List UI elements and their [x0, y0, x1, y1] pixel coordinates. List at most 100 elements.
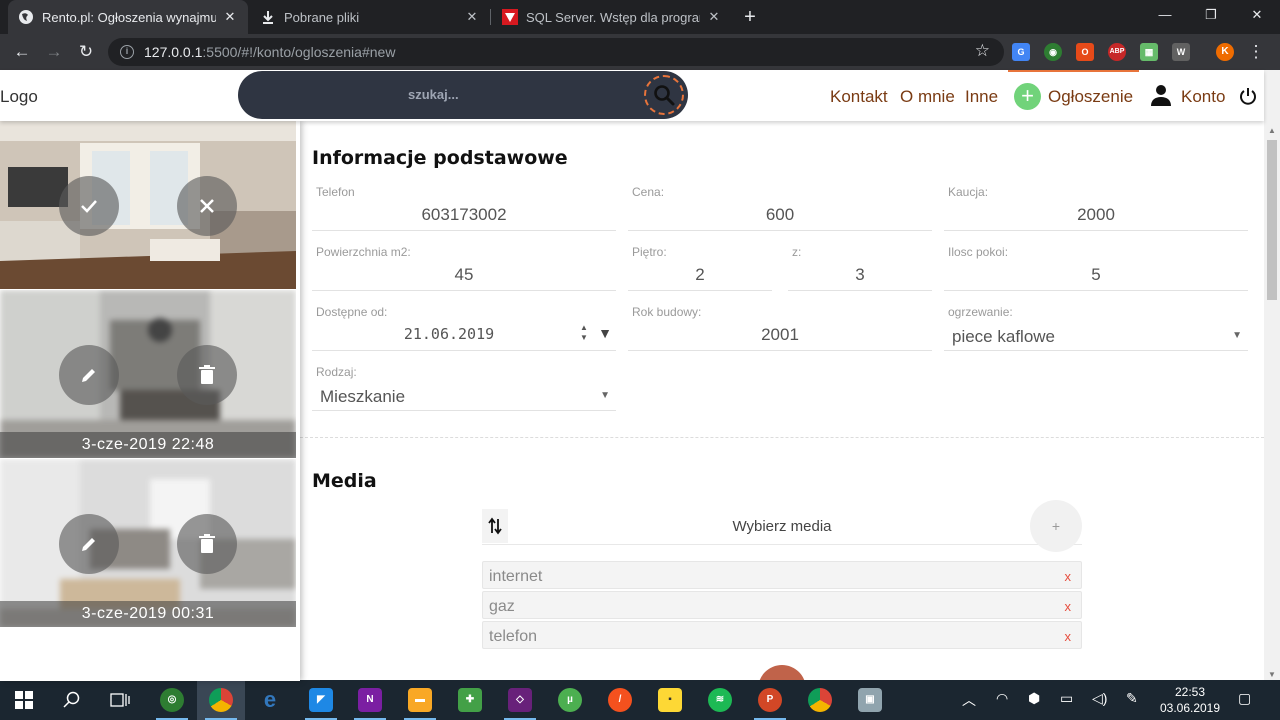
shield-extension-icon[interactable]: W — [1172, 43, 1190, 61]
add-media-button[interactable]: + — [1030, 500, 1082, 552]
remote-desktop-icon[interactable]: ▣ — [846, 680, 894, 720]
logo[interactable]: Logo — [0, 87, 38, 107]
start-button[interactable] — [0, 680, 48, 720]
reject-button[interactable] — [177, 176, 237, 236]
floor-field[interactable]: Piętro: 2 — [628, 245, 772, 291]
nav-ogloszenie[interactable]: Ogłoszenie — [1048, 87, 1133, 107]
close-tab-icon[interactable]: ✕ — [464, 9, 480, 25]
security-icon[interactable]: ⬢ — [1028, 690, 1040, 707]
notifications-icon[interactable]: ▢ — [1238, 690, 1251, 707]
swift-icon[interactable]: / — [596, 680, 644, 720]
powerpoint-icon[interactable]: P — [746, 680, 794, 720]
edge-icon[interactable]: e — [246, 680, 294, 720]
search-taskbar-icon[interactable] — [48, 680, 96, 720]
menu-dots-icon[interactable]: ⋮ — [1244, 40, 1268, 64]
media-tag: gaz x — [482, 591, 1082, 619]
remove-tag-button[interactable]: x — [1065, 569, 1072, 584]
chevron-up-icon[interactable]: ︿ — [962, 690, 976, 710]
browser-toolbar: ← → ↻ i 127.0.0.1:5500/#!/konto/ogloszen… — [0, 34, 1280, 70]
chevron-down-icon: ▼ — [1232, 330, 1242, 341]
search-bar[interactable]: szukaj... — [238, 71, 688, 119]
tab-downloads[interactable]: Pobrane pliki ✕ — [250, 0, 490, 34]
info-icon[interactable]: i — [120, 45, 134, 59]
deposit-field[interactable]: Kaucja: 2000 — [944, 185, 1248, 231]
nav-o-mnie[interactable]: O mnie — [900, 87, 955, 107]
rooms-field[interactable]: Ilosc pokoi: 5 — [944, 245, 1248, 291]
tab-rento[interactable]: Rento.pl: Ogłoszenia wynajmu ni ✕ — [8, 0, 248, 34]
chrome-icon[interactable] — [796, 680, 844, 720]
minimize-icon[interactable]: — — [1142, 0, 1188, 30]
add-listing-icon[interactable]: + — [1014, 83, 1041, 110]
page-scrollbar[interactable]: ▲ ▼ — [1264, 70, 1280, 681]
delete-button[interactable] — [177, 514, 237, 574]
chrome-icon[interactable] — [197, 680, 245, 720]
utorrent-icon[interactable]: µ — [546, 680, 594, 720]
price-field[interactable]: Cena: 600 — [628, 185, 932, 231]
heating-select[interactable]: ogrzewanie: piece kaflowe ▼ — [944, 305, 1248, 351]
profile-avatar[interactable]: K — [1216, 43, 1234, 61]
search-button[interactable] — [644, 75, 684, 115]
battery-icon[interactable]: ▭ — [1060, 690, 1073, 707]
file-explorer-icon[interactable]: ▬ — [396, 680, 444, 720]
wifi-icon[interactable]: ◠ — [996, 690, 1008, 707]
back-arrow-icon[interactable]: ← — [10, 40, 34, 64]
listing-card[interactable] — [0, 121, 296, 289]
scrollbar-thumb[interactable] — [1267, 140, 1277, 300]
adblock-extension-icon[interactable]: ABP — [1108, 43, 1126, 61]
date-stepper[interactable]: ▲ ▼ — [578, 323, 590, 343]
green-extension-icon[interactable]: ▦ — [1140, 43, 1158, 61]
area-field[interactable]: Powierzchnia m2: 45 — [312, 245, 616, 291]
available-from-field[interactable]: Dostępne od: 21.06.2019 ▲ ▼ ▼ — [312, 305, 616, 351]
reload-icon[interactable]: ↻ — [74, 40, 98, 64]
listing-card[interactable]: 3-cze-2019 22:48 — [0, 290, 296, 458]
nav-konto[interactable]: Konto — [1181, 87, 1225, 107]
vscode-icon[interactable]: ◤ — [297, 680, 345, 720]
property-type-select[interactable]: Rodzaj: Mieszkanie ▼ — [312, 365, 616, 411]
forward-arrow-icon[interactable]: → — [42, 40, 66, 64]
save-fab-button[interactable] — [758, 665, 806, 681]
section-divider — [300, 437, 1264, 438]
puzzle-app-icon[interactable]: ✚ — [446, 680, 494, 720]
active-nav-indicator — [1008, 70, 1139, 72]
nav-kontakt[interactable]: Kontakt — [830, 87, 888, 107]
volume-icon[interactable]: ◁) — [1092, 690, 1107, 707]
remove-tag-button[interactable]: x — [1065, 599, 1072, 614]
power-icon[interactable] — [1238, 86, 1258, 111]
accept-button[interactable] — [59, 176, 119, 236]
pen-icon[interactable]: ✎ — [1126, 690, 1138, 707]
new-tab-button[interactable]: + — [738, 4, 762, 30]
sticky-notes-icon[interactable]: ▪ — [646, 680, 694, 720]
media-select[interactable]: Wybierz media + — [482, 500, 1082, 552]
spotify-icon[interactable]: ≋ — [696, 680, 744, 720]
search-input[interactable]: szukaj... — [408, 87, 459, 102]
remove-tag-button[interactable]: x — [1065, 629, 1072, 644]
nav-inne[interactable]: Inne — [965, 87, 998, 107]
scroll-up-icon[interactable]: ▲ — [1264, 126, 1280, 135]
tab-sql-server[interactable]: SQL Server. Wstęp dla programis ✕ — [492, 0, 732, 34]
edit-button[interactable] — [59, 345, 119, 405]
address-bar[interactable]: i 127.0.0.1:5500/#!/konto/ogloszenia#new… — [108, 38, 1004, 66]
globe-extension-icon[interactable]: ◉ — [1044, 43, 1062, 61]
translate-extension-icon[interactable]: G — [1012, 43, 1030, 61]
listing-card[interactable]: 3-cze-2019 00:31 — [0, 459, 296, 627]
visual-studio-icon[interactable]: ◇ — [496, 680, 544, 720]
user-icon[interactable] — [1149, 83, 1173, 112]
onenote-icon[interactable]: N — [346, 680, 394, 720]
system-clock[interactable]: 22:53 03.06.2019 — [1152, 684, 1228, 716]
close-tab-icon[interactable]: ✕ — [706, 9, 722, 25]
floors-total-field[interactable]: z: 3 — [788, 245, 932, 291]
date-dropdown-icon[interactable]: ▼ — [598, 325, 612, 341]
build-year-field[interactable]: Rok budowy: 2001 — [628, 305, 932, 351]
close-tab-icon[interactable]: ✕ — [222, 9, 238, 25]
media-select-label: Wybierz media — [732, 518, 832, 535]
edit-button[interactable] — [59, 514, 119, 574]
office-extension-icon[interactable]: O — [1076, 43, 1094, 61]
scroll-down-icon[interactable]: ▼ — [1264, 670, 1280, 679]
maximize-icon[interactable]: ❐ — [1188, 0, 1234, 30]
delete-button[interactable] — [177, 345, 237, 405]
close-window-icon[interactable]: ✕ — [1234, 0, 1280, 30]
phone-field[interactable]: Telefon 603173002 — [312, 185, 616, 231]
bookmark-star-icon[interactable]: ☆ — [975, 41, 990, 61]
task-view-icon[interactable] — [96, 680, 144, 720]
bug-app-icon[interactable]: ◎ — [148, 680, 196, 720]
